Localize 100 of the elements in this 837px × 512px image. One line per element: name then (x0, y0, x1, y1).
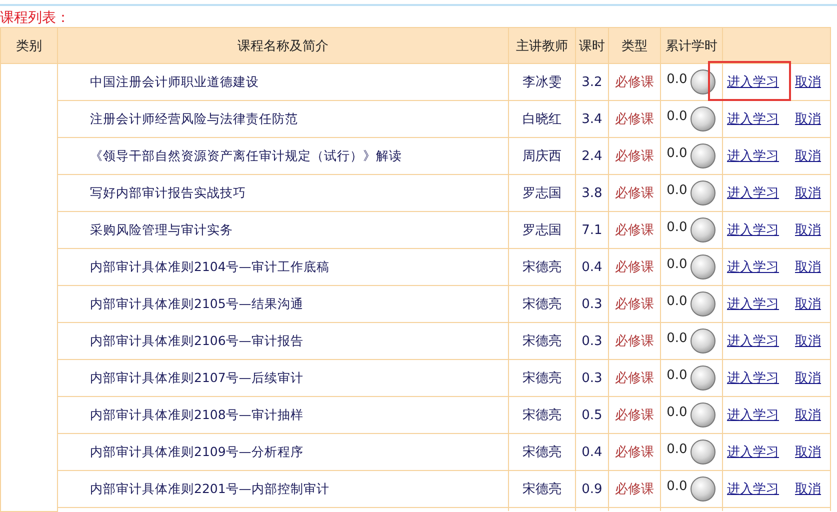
course-type: 必修课 (615, 260, 654, 275)
accumulated-hours: 0.0 (666, 442, 688, 456)
course-hours: 0.5 (582, 408, 602, 422)
column-header: 类型 (608, 28, 660, 64)
course-hours: 7.1 (582, 222, 602, 238)
course-type: 必修课 (615, 112, 654, 127)
accumulated-hours: 0.0 (666, 256, 688, 272)
cancel-link[interactable]: 取消 (795, 443, 821, 461)
course-title: 内部审计具体准则2105号—结果沟通 (89, 296, 304, 310)
teacher-name: 宋德亮 (522, 334, 562, 349)
course-type: 必修课 (615, 482, 654, 497)
status-ball-icon (690, 328, 716, 354)
cancel-link[interactable]: 取消 (795, 73, 821, 91)
enter-study-link[interactable]: 进入学习 (727, 221, 779, 239)
status-ball-icon (690, 143, 716, 169)
status-ball-icon (690, 291, 716, 317)
course-title: 写好内部审计报告实战技巧 (89, 184, 246, 200)
teacher-name: 白晓红 (522, 112, 562, 127)
course-title: 内部审计具体准则2109号—分析程序 (89, 444, 304, 458)
course-title: 内部审计具体准则2106号—审计报告 (89, 332, 304, 348)
enter-study-link[interactable]: 进入学习 (727, 73, 779, 91)
status-ball-icon (690, 180, 716, 206)
enter-study-link[interactable]: 进入学习 (727, 110, 779, 128)
teacher-name: 罗志国 (522, 223, 562, 238)
enter-study-link[interactable]: 进入学习 (727, 332, 779, 350)
course-hours: 0.3 (582, 370, 602, 386)
teacher-name: 宋德亮 (522, 408, 562, 423)
teacher-name: 李冰雯 (522, 75, 562, 90)
course-title: 采购风险管理与审计实务 (89, 222, 233, 236)
teacher-name: 宋德亮 (522, 482, 562, 497)
enter-study-link[interactable]: 进入学习 (727, 443, 779, 461)
accumulated-hours: 0.0 (666, 220, 688, 234)
cancel-link[interactable]: 取消 (795, 480, 821, 498)
course-hours: 0.9 (582, 482, 602, 496)
status-ball-icon (690, 439, 716, 465)
course-title: 内部审计具体准则2108号—审计抽样 (89, 406, 304, 422)
enter-study-link[interactable]: 进入学习 (727, 295, 779, 313)
accumulated-hours: 0.0 (666, 368, 688, 382)
cancel-link[interactable]: 取消 (795, 221, 821, 239)
cancel-link[interactable]: 取消 (795, 147, 821, 165)
cancel-link[interactable]: 取消 (795, 110, 821, 128)
accumulated-hours: 0.0 (666, 330, 688, 346)
course-hours: 3.2 (582, 74, 602, 90)
accumulated-hours: 0.0 (666, 404, 688, 420)
course-type: 必修课 (615, 334, 654, 349)
teacher-name: 宋德亮 (522, 371, 562, 386)
column-header: 累计学时 (660, 28, 722, 64)
cancel-link[interactable]: 取消 (795, 332, 821, 350)
teacher-name: 宋德亮 (522, 297, 562, 312)
enter-study-link[interactable]: 进入学习 (727, 184, 779, 202)
column-header: 课时 (576, 28, 608, 64)
cancel-link[interactable]: 取消 (795, 184, 821, 202)
cancel-link[interactable]: 取消 (795, 369, 821, 387)
teacher-name: 宋德亮 (522, 260, 562, 275)
accumulated-hours: 0.0 (666, 108, 688, 124)
course-type: 必修课 (615, 223, 654, 238)
enter-study-link[interactable]: 进入学习 (727, 369, 779, 387)
accumulated-hours: 0.0 (666, 182, 688, 198)
course-hours: 0.4 (582, 444, 602, 460)
accumulated-hours: 0.0 (666, 478, 688, 494)
course-hours: 0.4 (582, 260, 602, 274)
course-title: 内部审计具体准则2201号—内部控制审计 (89, 480, 330, 496)
teacher-name: 罗志国 (522, 186, 562, 201)
course-title: 注册会计师经营风险与法律责任防范 (89, 110, 298, 126)
course-hours: 3.8 (582, 186, 602, 200)
course-type: 必修课 (615, 149, 654, 164)
section-title: 课程列表： (0, 9, 70, 27)
enter-study-link[interactable]: 进入学习 (727, 147, 779, 165)
cancel-link[interactable]: 取消 (795, 295, 821, 313)
status-ball-icon (690, 69, 716, 95)
course-type: 必修课 (615, 445, 654, 460)
accumulated-hours: 0.0 (666, 72, 688, 86)
cancel-link[interactable]: 取消 (795, 406, 821, 424)
cancel-link[interactable]: 取消 (795, 258, 821, 276)
column-header: 课程名称及简介 (58, 28, 508, 64)
accumulated-hours: 0.0 (666, 146, 688, 160)
course-type: 必修课 (615, 297, 654, 312)
column-header: 类别 (0, 28, 58, 64)
status-ball-icon (690, 217, 716, 243)
course-title: 中国注册会计师职业道德建设 (89, 74, 259, 88)
status-ball-icon (690, 106, 716, 132)
enter-study-link[interactable]: 进入学习 (727, 406, 779, 424)
accumulated-hours: 0.0 (666, 294, 688, 308)
teacher-name: 宋德亮 (522, 445, 562, 460)
course-hours: 2.4 (582, 148, 602, 164)
enter-study-link[interactable]: 进入学习 (727, 258, 779, 276)
enter-study-link[interactable]: 进入学习 (727, 480, 779, 498)
course-title: 《领导干部自然资源资产离任审计规定（试行）》解读 (89, 148, 402, 162)
status-ball-icon (690, 402, 716, 428)
teacher-name: 周庆西 (522, 149, 562, 164)
course-type: 必修课 (615, 371, 654, 386)
course-type: 必修课 (615, 75, 654, 90)
status-ball-icon (690, 254, 716, 280)
course-hours: 0.3 (582, 334, 602, 348)
course-type: 必修课 (615, 408, 654, 423)
status-ball-icon (690, 365, 716, 391)
course-hours: 3.4 (582, 112, 602, 126)
column-header: 主讲教师 (508, 28, 576, 64)
status-ball-icon (690, 476, 716, 502)
course-type: 必修课 (615, 186, 654, 201)
